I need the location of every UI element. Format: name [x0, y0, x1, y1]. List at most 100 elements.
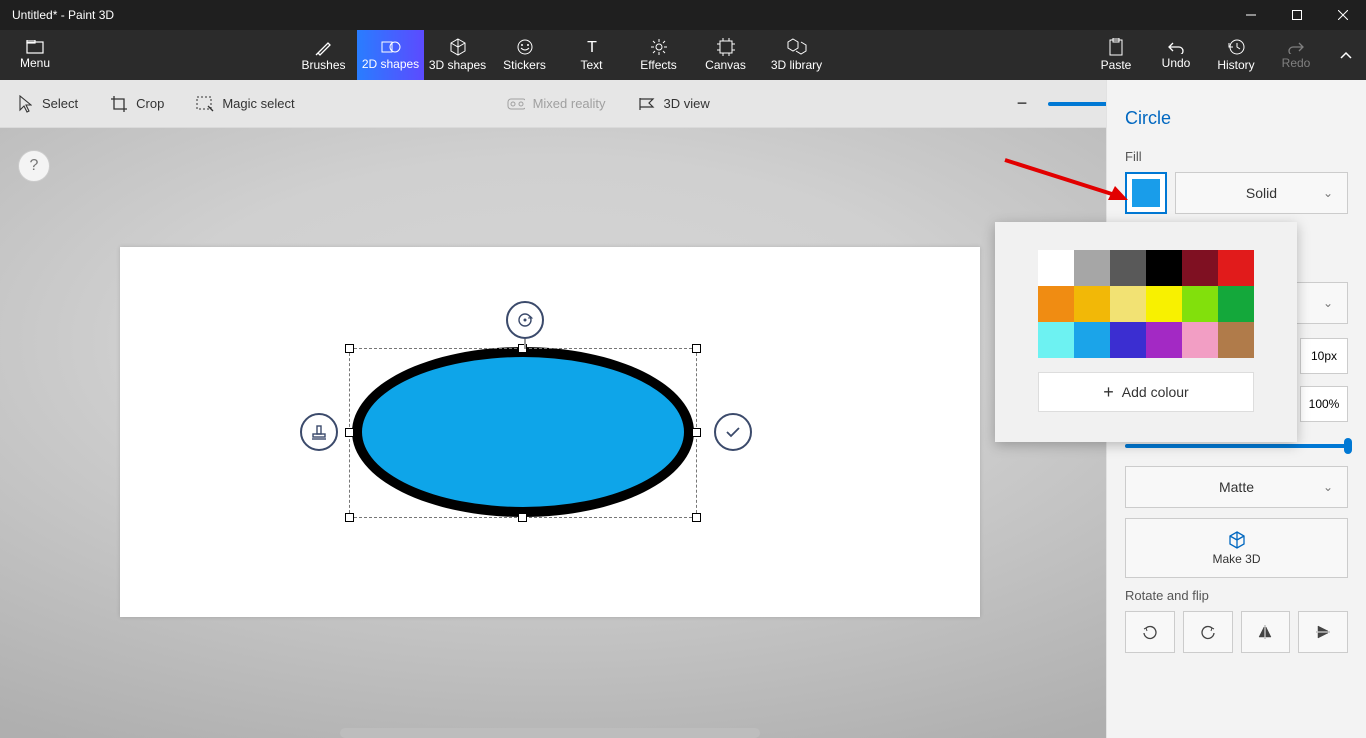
- color-swatch[interactable]: [1182, 250, 1218, 286]
- 3d-view-tool[interactable]: 3D view: [622, 80, 726, 127]
- maximize-button[interactable]: [1274, 0, 1320, 30]
- resize-handle-b[interactable]: [518, 513, 527, 522]
- effects-icon: [650, 38, 668, 56]
- fill-type-dropdown[interactable]: Solid ⌄: [1175, 172, 1348, 214]
- color-swatch[interactable]: [1146, 286, 1182, 322]
- resize-handle-l[interactable]: [345, 428, 354, 437]
- check-icon: [723, 422, 743, 442]
- chevron-down-icon: ⌄: [1323, 296, 1333, 310]
- resize-handle-r[interactable]: [692, 428, 701, 437]
- rotate-icon: [515, 310, 535, 330]
- undo-button[interactable]: Undo: [1146, 30, 1206, 80]
- text-icon: T: [583, 38, 601, 56]
- flip-horizontal-button[interactable]: [1241, 611, 1291, 653]
- paste-button[interactable]: Paste: [1086, 30, 1146, 80]
- color-swatch[interactable]: [1038, 250, 1074, 286]
- menu-label: Menu: [20, 56, 50, 70]
- color-swatch[interactable]: [1218, 322, 1254, 358]
- sticker-icon: [516, 38, 534, 56]
- stamp-icon: [309, 422, 329, 442]
- tab-brushes[interactable]: Brushes: [290, 30, 357, 80]
- history-button[interactable]: History: [1206, 30, 1266, 80]
- minimize-button[interactable]: [1228, 0, 1274, 30]
- ribbon-right: Paste Undo History Redo: [1086, 30, 1366, 80]
- resize-handle-tl[interactable]: [345, 344, 354, 353]
- canvas[interactable]: [120, 247, 980, 617]
- menu-button[interactable]: Menu: [0, 30, 70, 80]
- color-swatch[interactable]: [1074, 286, 1110, 322]
- color-swatch[interactable]: [1038, 322, 1074, 358]
- help-button[interactable]: ?: [18, 150, 50, 182]
- color-swatch[interactable]: [1182, 286, 1218, 322]
- flip-vertical-button[interactable]: [1298, 611, 1348, 653]
- resize-handle-br[interactable]: [692, 513, 701, 522]
- thickness-input[interactable]: 10px: [1300, 338, 1348, 374]
- mixed-reality-tool: Mixed reality: [491, 80, 622, 127]
- ribbon: Menu Brushes 2D shapes 3D shapes Sticker…: [0, 30, 1366, 80]
- stamp-button[interactable]: [300, 413, 338, 451]
- color-swatch[interactable]: [1218, 250, 1254, 286]
- add-colour-button[interactable]: + Add colour: [1038, 372, 1254, 412]
- rotate-handle[interactable]: [506, 301, 544, 339]
- select-tool[interactable]: Select: [0, 80, 94, 127]
- horizontal-scrollbar[interactable]: [340, 728, 760, 738]
- mixed-reality-icon: [507, 95, 525, 113]
- library-icon: [787, 38, 807, 56]
- rotate-cw-button[interactable]: [1183, 611, 1233, 653]
- tab-stickers[interactable]: Stickers: [491, 30, 558, 80]
- color-swatch[interactable]: [1074, 322, 1110, 358]
- color-swatch[interactable]: [1110, 322, 1146, 358]
- cube-icon: [449, 38, 467, 56]
- chevron-down-icon: ⌄: [1323, 480, 1333, 494]
- opacity-input[interactable]: 100%: [1300, 386, 1348, 422]
- material-dropdown[interactable]: Matte ⌄: [1125, 466, 1348, 508]
- tab-canvas[interactable]: Canvas: [692, 30, 759, 80]
- rotate-ccw-icon: [1141, 623, 1159, 641]
- opacity-slider[interactable]: [1125, 444, 1348, 448]
- clipboard-icon: [1108, 38, 1124, 56]
- confirm-button[interactable]: [714, 413, 752, 451]
- shapes-2d-icon: [381, 39, 401, 55]
- close-button[interactable]: [1320, 0, 1366, 30]
- crop-tool[interactable]: Crop: [94, 80, 180, 127]
- flip-h-icon: [1256, 623, 1274, 641]
- color-swatch[interactable]: [1182, 322, 1218, 358]
- color-swatch[interactable]: [1146, 250, 1182, 286]
- crop-icon: [110, 95, 128, 113]
- tab-effects[interactable]: Effects: [625, 30, 692, 80]
- rotate-flip-label: Rotate and flip: [1125, 588, 1348, 603]
- ribbon-tabs: Brushes 2D shapes 3D shapes Stickers T T…: [290, 30, 834, 80]
- color-swatch[interactable]: [1110, 250, 1146, 286]
- color-swatch[interactable]: [1110, 286, 1146, 322]
- rotate-ccw-button[interactable]: [1125, 611, 1175, 653]
- expand-ribbon-button[interactable]: [1326, 30, 1366, 80]
- tab-text[interactable]: T Text: [558, 30, 625, 80]
- color-swatch[interactable]: [1074, 250, 1110, 286]
- magic-select-tool[interactable]: Magic select: [180, 80, 310, 127]
- chevron-down-icon: ⌄: [1323, 186, 1333, 200]
- tab-2d-shapes[interactable]: 2D shapes: [357, 30, 424, 80]
- fill-color-swatch[interactable]: [1125, 172, 1167, 214]
- make-3d-button[interactable]: Make 3D: [1125, 518, 1348, 578]
- undo-icon: [1167, 40, 1185, 54]
- history-icon: [1227, 38, 1245, 56]
- plus-icon: +: [1103, 382, 1114, 403]
- color-swatch[interactable]: [1218, 286, 1254, 322]
- rotate-connector: [524, 339, 526, 349]
- window-controls: [1228, 0, 1366, 30]
- canvas-icon: [717, 38, 735, 56]
- svg-text:T: T: [587, 39, 597, 56]
- cursor-icon: [16, 95, 34, 113]
- cube-icon: [1227, 530, 1247, 550]
- zoom-out-button[interactable]: −: [1010, 92, 1034, 116]
- redo-icon: [1287, 40, 1305, 54]
- selection-box[interactable]: [349, 348, 697, 518]
- sidebar-title: Circle: [1125, 108, 1348, 129]
- resize-handle-bl[interactable]: [345, 513, 354, 522]
- tab-3d-library[interactable]: 3D library: [759, 30, 834, 80]
- brush-icon: [315, 38, 333, 56]
- resize-handle-tr[interactable]: [692, 344, 701, 353]
- tab-3d-shapes[interactable]: 3D shapes: [424, 30, 491, 80]
- color-swatch[interactable]: [1146, 322, 1182, 358]
- color-swatch[interactable]: [1038, 286, 1074, 322]
